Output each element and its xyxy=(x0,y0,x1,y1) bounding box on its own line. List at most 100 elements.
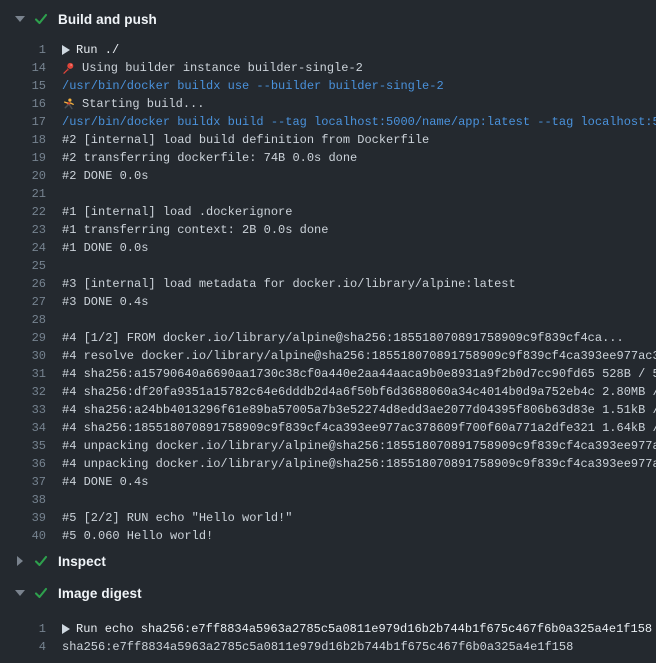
expand-run-icon[interactable] xyxy=(62,624,70,634)
log-text: Using builder instance builder-single-2 xyxy=(62,59,363,77)
success-check-icon xyxy=(34,12,48,26)
line-number[interactable]: 27 xyxy=(0,293,46,311)
line-number[interactable]: 20 xyxy=(0,167,46,185)
line-number[interactable]: 25 xyxy=(0,257,46,275)
log-line: 28 xyxy=(0,311,656,329)
line-number[interactable]: 35 xyxy=(0,437,46,455)
line-number[interactable]: 23 xyxy=(0,221,46,239)
log-text: #4 unpacking docker.io/library/alpine@sh… xyxy=(62,437,656,455)
log-text: #4 resolve docker.io/library/alpine@sha2… xyxy=(62,347,656,365)
line-number[interactable]: 14 xyxy=(0,59,46,77)
line-number[interactable]: 38 xyxy=(0,491,46,509)
log-line: 39 #5 [2/2] RUN echo "Hello world!" xyxy=(0,509,656,527)
log-line: 26 #3 [internal] load metadata for docker… xyxy=(0,275,656,293)
log-line: 23 #1 transferring context: 2B 0.0s done xyxy=(0,221,656,239)
log-line: 31 #4 sha256:a15790640a6690aa1730c38cf0a4… xyxy=(0,365,656,383)
log-line: 21 xyxy=(0,185,656,203)
section-title-inspect: Inspect xyxy=(58,554,106,569)
line-number[interactable]: 4 xyxy=(0,638,46,656)
log-line: 37 #4 DONE 0.4s xyxy=(0,473,656,491)
log-line: 1 Run echo sha256:e7ff8834a5963a2785c5a08… xyxy=(0,620,656,638)
log-text: #4 sha256:a24bb4013296f61e89ba57005a7b3e… xyxy=(62,401,656,419)
log-line: 32 #4 sha256:df20fa9351a15782c64e6dddb2d4… xyxy=(0,383,656,401)
chevron-down-icon[interactable] xyxy=(15,590,25,596)
log-line: 25 xyxy=(0,257,656,275)
log-text: #4 [1/2] FROM docker.io/library/alpine@s… xyxy=(62,329,624,347)
line-number[interactable]: 1 xyxy=(0,41,46,59)
chevron-right-icon[interactable] xyxy=(15,556,25,566)
log-text: #4 sha256:185518070891758909c9f839cf4ca3… xyxy=(62,419,656,437)
section-title-build-and-push: Build and push xyxy=(58,12,157,27)
log-text: #4 unpacking docker.io/library/alpine@sh… xyxy=(62,455,656,473)
section-header-build-and-push[interactable]: Build and push xyxy=(0,5,656,33)
chevron-down-icon[interactable] xyxy=(15,16,25,22)
log-text: sha256:e7ff8834a5963a2785c5a0811e979d16b… xyxy=(62,638,573,656)
line-number[interactable]: 18 xyxy=(0,131,46,149)
log-command-text: /usr/bin/docker buildx use --builder bui… xyxy=(62,77,444,95)
section-title-image-digest: Image digest xyxy=(58,586,142,601)
log-text: #4 sha256:df20fa9351a15782c64e6dddb2d4a6… xyxy=(62,383,656,401)
line-number[interactable]: 26 xyxy=(0,275,46,293)
log-line: 4 sha256:e7ff8834a5963a2785c5a0811e979d16… xyxy=(0,638,656,656)
log-text: #2 transferring dockerfile: 74B 0.0s don… xyxy=(62,149,357,167)
line-number[interactable]: 15 xyxy=(0,77,46,95)
log-text: #1 [internal] load .dockerignore xyxy=(62,203,292,221)
log-line: 19 #2 transferring dockerfile: 74B 0.0s d… xyxy=(0,149,656,167)
line-number[interactable]: 37 xyxy=(0,473,46,491)
log-text: #2 [internal] load build definition from… xyxy=(62,131,429,149)
log-text: #3 [internal] load metadata for docker.i… xyxy=(62,275,516,293)
log-line: 36 #4 unpacking docker.io/library/alpine@… xyxy=(0,455,656,473)
line-number[interactable]: 36 xyxy=(0,455,46,473)
log-command-text: /usr/bin/docker buildx build --tag local… xyxy=(62,113,656,131)
line-number[interactable]: 39 xyxy=(0,509,46,527)
line-number[interactable]: 1 xyxy=(0,620,46,638)
section-header-inspect[interactable]: Inspect xyxy=(0,547,656,575)
line-number[interactable]: 30 xyxy=(0,347,46,365)
line-number[interactable]: 17 xyxy=(0,113,46,131)
pushpin-icon xyxy=(62,62,75,75)
line-number[interactable]: 34 xyxy=(0,419,46,437)
log-line: 35 #4 unpacking docker.io/library/alpine@… xyxy=(0,437,656,455)
section-log-image-digest: 1 Run echo sha256:e7ff8834a5963a2785c5a08… xyxy=(0,607,656,658)
line-number[interactable]: 33 xyxy=(0,401,46,419)
line-number[interactable]: 32 xyxy=(0,383,46,401)
line-number[interactable]: 21 xyxy=(0,185,46,203)
line-number[interactable]: 28 xyxy=(0,311,46,329)
log-line: 18 #2 [internal] load build definition fr… xyxy=(0,131,656,149)
line-number[interactable]: 24 xyxy=(0,239,46,257)
log-line: 30 #4 resolve docker.io/library/alpine@sh… xyxy=(0,347,656,365)
section-header-image-digest[interactable]: Image digest xyxy=(0,579,656,607)
log-text: Starting build... xyxy=(62,95,204,113)
line-number[interactable]: 19 xyxy=(0,149,46,167)
log-text: #5 0.060 Hello world! xyxy=(62,527,213,545)
section-log-build-and-push: 1 Run ./ 14 Using builder instance builder-… xyxy=(0,33,656,547)
log-text[interactable]: Run ./ xyxy=(62,41,119,59)
log-line: 40 #5 0.060 Hello world! xyxy=(0,527,656,545)
log-line: 15/usr/bin/docker buildx use --builder b… xyxy=(0,77,656,95)
log-text: #2 DONE 0.0s xyxy=(62,167,148,185)
success-check-icon xyxy=(34,586,48,600)
log-line: 20 #2 DONE 0.0s xyxy=(0,167,656,185)
workflow-run-log: Build and push 1Run ./14Using builder in… xyxy=(0,5,656,663)
line-number[interactable]: 40 xyxy=(0,527,46,545)
line-number[interactable]: 16 xyxy=(0,95,46,113)
log-line: 24 #1 DONE 0.0s xyxy=(0,239,656,257)
log-text[interactable]: Run echo sha256:e7ff8834a5963a2785c5a081… xyxy=(62,620,652,638)
log-text: #1 transferring context: 2B 0.0s done xyxy=(62,221,328,239)
log-line: 29 #4 [1/2] FROM docker.io/library/alpine… xyxy=(0,329,656,347)
success-check-icon xyxy=(34,554,48,568)
line-number[interactable]: 29 xyxy=(0,329,46,347)
line-number[interactable]: 22 xyxy=(0,203,46,221)
log-text: #3 DONE 0.4s xyxy=(62,293,148,311)
log-line: 1 Run ./ xyxy=(0,41,656,59)
log-text: #5 [2/2] RUN echo "Hello world!" xyxy=(62,509,292,527)
log-line: 33 #4 sha256:a24bb4013296f61e89ba57005a7b… xyxy=(0,401,656,419)
runner-icon xyxy=(62,98,75,111)
log-line: 34 #4 sha256:185518070891758909c9f839cf4c… xyxy=(0,419,656,437)
log-line: 22 #1 [internal] load .dockerignore xyxy=(0,203,656,221)
log-text: #1 DONE 0.0s xyxy=(62,239,148,257)
log-text: #4 DONE 0.4s xyxy=(62,473,148,491)
log-text: #4 sha256:a15790640a6690aa1730c38cf0a440… xyxy=(62,365,656,383)
expand-run-icon[interactable] xyxy=(62,45,70,55)
line-number[interactable]: 31 xyxy=(0,365,46,383)
